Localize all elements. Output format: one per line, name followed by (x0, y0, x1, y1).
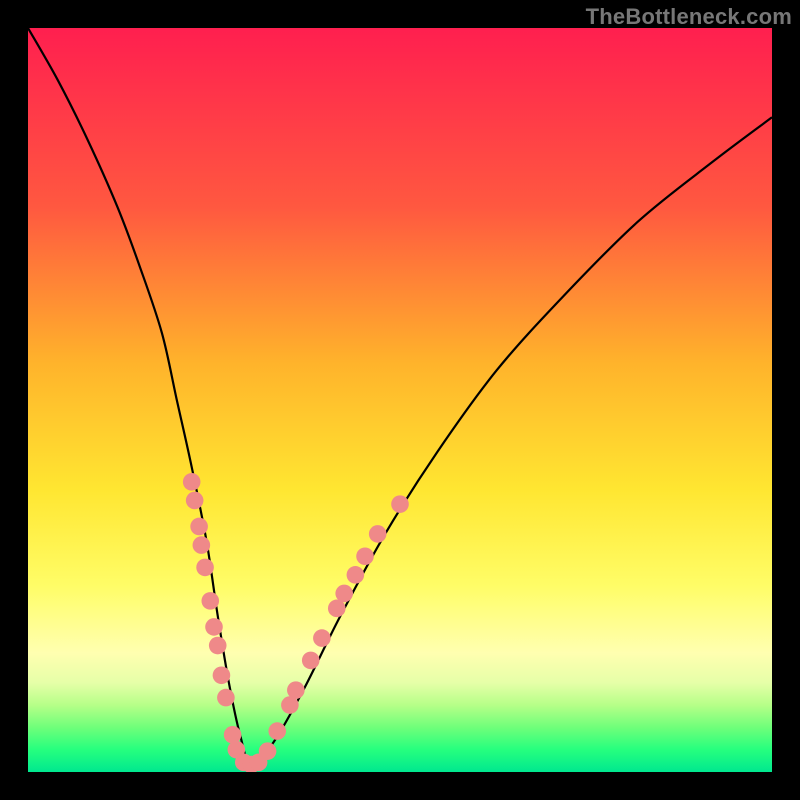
data-marker (205, 618, 223, 636)
data-marker (313, 629, 331, 647)
data-marker (186, 492, 204, 510)
data-marker (259, 742, 277, 760)
data-marker (224, 726, 242, 744)
data-marker (213, 666, 231, 684)
data-marker (356, 547, 374, 565)
data-marker (268, 722, 286, 740)
data-marker (287, 681, 305, 699)
data-marker (196, 559, 214, 577)
plot-area (28, 28, 772, 772)
data-marker (209, 637, 227, 655)
data-marker (193, 536, 211, 554)
watermark-text: TheBottleneck.com (586, 4, 792, 30)
chart-frame: TheBottleneck.com (0, 0, 800, 800)
data-marker (201, 592, 219, 610)
data-marker (347, 566, 365, 584)
bottleneck-curve (28, 28, 772, 765)
data-marker (369, 525, 387, 543)
data-marker (328, 600, 346, 618)
data-marker (217, 689, 235, 707)
data-marker (391, 495, 409, 513)
data-marker (302, 652, 320, 670)
data-marker (190, 518, 208, 536)
data-marker (183, 473, 201, 491)
curve-layer (28, 28, 772, 772)
marker-group (183, 473, 409, 772)
data-marker (335, 585, 353, 603)
